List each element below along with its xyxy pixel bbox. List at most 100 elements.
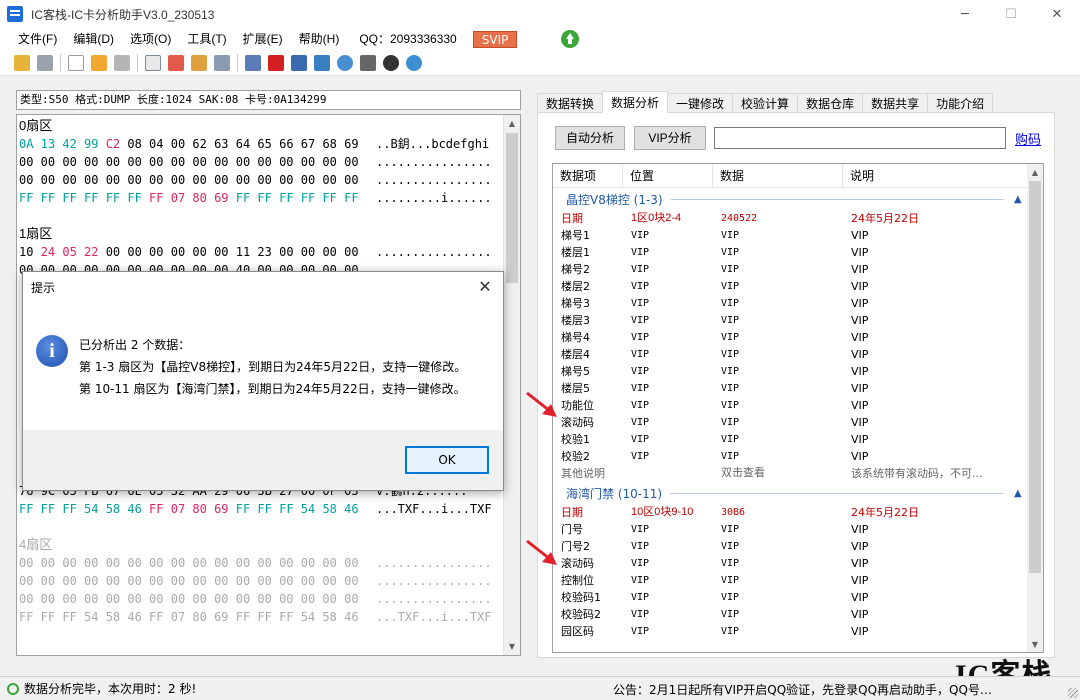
resize-grip[interactable]	[1068, 688, 1078, 698]
column-header[interactable]: 数据项	[553, 164, 623, 188]
settings-gear-icon[interactable]	[406, 54, 422, 71]
ok-button[interactable]: OK	[405, 446, 489, 474]
table-row[interactable]: 校验码1 VIP VIP VIP	[553, 589, 1028, 606]
table-row[interactable]: 楼层1 VIP VIP VIP	[553, 244, 1028, 261]
collapse-chevron-icon[interactable]: ▲	[1014, 194, 1028, 205]
table-row[interactable]: 控制位 VIP VIP VIP	[553, 572, 1028, 589]
svip-badge[interactable]: SVIP	[472, 30, 518, 48]
table-row[interactable]: 校验码2 VIP VIP VIP	[553, 606, 1028, 623]
auto-analyze-button[interactable]: 自动分析	[555, 126, 625, 150]
sync-icon[interactable]	[337, 54, 353, 71]
maximize-button[interactable]: ☐	[988, 0, 1034, 28]
table-cell: 24年5月22日	[851, 506, 919, 519]
table-row[interactable]: 园区码 VIP VIP VIP	[553, 623, 1028, 640]
tab-data-analysis[interactable]: 数据分析	[602, 91, 669, 113]
scroll-up-icon[interactable]: ▲	[1027, 164, 1043, 180]
table-row[interactable]: 功能位 VIP VIP VIP	[553, 397, 1028, 414]
table-row[interactable]: 其他说明 双击查看 该系统带有滚动码，不可...	[553, 465, 1028, 482]
menu-tools[interactable]: 工具(T)	[179, 28, 234, 50]
scan-icon[interactable]	[314, 54, 330, 71]
table-cell: VIP	[721, 247, 740, 258]
table-cell: VIP	[631, 315, 650, 326]
table-cell: VIP	[851, 450, 869, 463]
card-info-bar: 类型:S50 格式:DUMP 长度:1024 SAK:08 卡号:0A13429…	[16, 90, 521, 110]
tab-features[interactable]: 功能介绍	[927, 93, 994, 113]
table-row[interactable]: 滚动码 VIP VIP VIP	[553, 555, 1028, 572]
scroll-thumb[interactable]	[1029, 181, 1041, 573]
group-header[interactable]: 晶控V8梯控 (1-3) ▲	[553, 188, 1028, 210]
table-row[interactable]: 滚动码 VIP VIP VIP	[553, 414, 1028, 431]
table-cell: VIP	[631, 417, 650, 428]
qq-label[interactable]: QQ：2093336330	[351, 28, 464, 50]
menu-options[interactable]: 选项(O)	[122, 28, 179, 50]
table-row[interactable]: 门号 VIP VIP VIP	[553, 521, 1028, 538]
table-cell: VIP	[721, 230, 740, 241]
dialog-close-icon[interactable]: ✕	[475, 277, 495, 297]
table-row[interactable]: 梯号4 VIP VIP VIP	[553, 329, 1028, 346]
table-row[interactable]: 楼层2 VIP VIP VIP	[553, 278, 1028, 295]
menu-file[interactable]: 文件(F)	[10, 28, 65, 50]
table-cell: VIP	[721, 417, 740, 428]
table-cell: VIP	[721, 264, 740, 275]
tab-data-share[interactable]: 数据共享	[862, 93, 929, 113]
column-header[interactable]: 说明	[843, 164, 1028, 188]
new-file-icon[interactable]	[68, 54, 84, 71]
menu-extensions[interactable]: 扩展(E)	[235, 28, 291, 50]
table-row[interactable]: 校验1 VIP VIP VIP	[553, 431, 1028, 448]
edit-pencil-icon[interactable]	[91, 54, 107, 71]
save-icon[interactable]	[114, 54, 130, 71]
chart-icon[interactable]	[191, 54, 207, 71]
table-row[interactable]: 梯号1 VIP VIP VIP	[553, 227, 1028, 244]
nfc-icon[interactable]	[268, 54, 284, 71]
table-cell: 双击查看	[721, 467, 765, 479]
hex-scrollbar[interactable]: ▲ ▼	[503, 115, 520, 655]
collapse-chevron-icon[interactable]: ▲	[1014, 488, 1028, 499]
table-row[interactable]: 门号2 VIP VIP VIP	[553, 538, 1028, 555]
minimize-button[interactable]: ─	[942, 0, 988, 28]
buy-code-link[interactable]: 购码	[1015, 129, 1041, 148]
table-scrollbar[interactable]: ▲ ▼	[1027, 164, 1043, 652]
column-header[interactable]: 数据	[713, 164, 843, 188]
menu-help[interactable]: 帮助(H)	[291, 28, 348, 50]
share-icon[interactable]	[37, 54, 53, 71]
table-row[interactable]: 梯号5 VIP VIP VIP	[553, 363, 1028, 380]
analysis-table[interactable]: 数据项 位置 数据 说明 晶控V8梯控 (1-3) ▲ 日期 1区0块2-4 24052…	[552, 163, 1044, 653]
table-row[interactable]: 楼层5 VIP VIP VIP	[553, 380, 1028, 397]
table-cell: VIP	[851, 625, 869, 638]
column-header[interactable]: 位置	[623, 164, 713, 188]
search-icon[interactable]	[145, 54, 161, 71]
table-row[interactable]: 梯号2 VIP VIP VIP	[553, 261, 1028, 278]
table-row[interactable]: 日期 1区0块2-4 240522 24年5月22日	[553, 210, 1028, 227]
hex-key-a: FF FF FF FF FF FF	[19, 191, 150, 205]
close-button[interactable]: ✕	[1034, 0, 1080, 28]
table-cell: VIP	[721, 626, 740, 637]
tools-icon[interactable]	[383, 54, 399, 71]
scroll-thumb[interactable]	[506, 133, 518, 283]
tab-data-convert[interactable]: 数据转换	[537, 93, 604, 113]
tab-data-warehouse[interactable]: 数据仓库	[797, 93, 864, 113]
compare-icon[interactable]	[214, 54, 230, 71]
table-cell: VIP	[851, 229, 869, 242]
calendar-icon[interactable]	[168, 54, 184, 71]
menu-edit[interactable]: 编辑(D)	[65, 28, 122, 50]
vip-analyze-button[interactable]: VIP分析	[634, 126, 706, 150]
hex-ascii: ..B鈅...bcdefghi	[376, 137, 490, 151]
open-folder-icon[interactable]	[14, 54, 30, 71]
update-icon[interactable]	[561, 30, 580, 48]
scroll-down-icon[interactable]: ▼	[504, 638, 520, 655]
card-reader-icon[interactable]	[291, 54, 307, 71]
vip-code-input[interactable]	[714, 127, 1006, 149]
table-cell: VIP	[721, 575, 740, 586]
tab-checksum[interactable]: 校验计算	[732, 93, 799, 113]
table-row[interactable]: 楼层4 VIP VIP VIP	[553, 346, 1028, 363]
table-row[interactable]: 校验2 VIP VIP VIP	[553, 448, 1028, 465]
table-row[interactable]: 梯号3 VIP VIP VIP	[553, 295, 1028, 312]
tab-one-click-edit[interactable]: 一键修改	[667, 93, 734, 113]
scroll-up-icon[interactable]: ▲	[504, 115, 520, 132]
group-header[interactable]: 海湾门禁 (10-11) ▲	[553, 482, 1028, 504]
table-row[interactable]: 日期 10区0块9-10 30B6 24年5月22日	[553, 504, 1028, 521]
grid-icon[interactable]	[360, 54, 376, 71]
table-cell: VIP	[631, 451, 650, 462]
document-list-icon[interactable]	[245, 54, 261, 71]
table-row[interactable]: 楼层3 VIP VIP VIP	[553, 312, 1028, 329]
